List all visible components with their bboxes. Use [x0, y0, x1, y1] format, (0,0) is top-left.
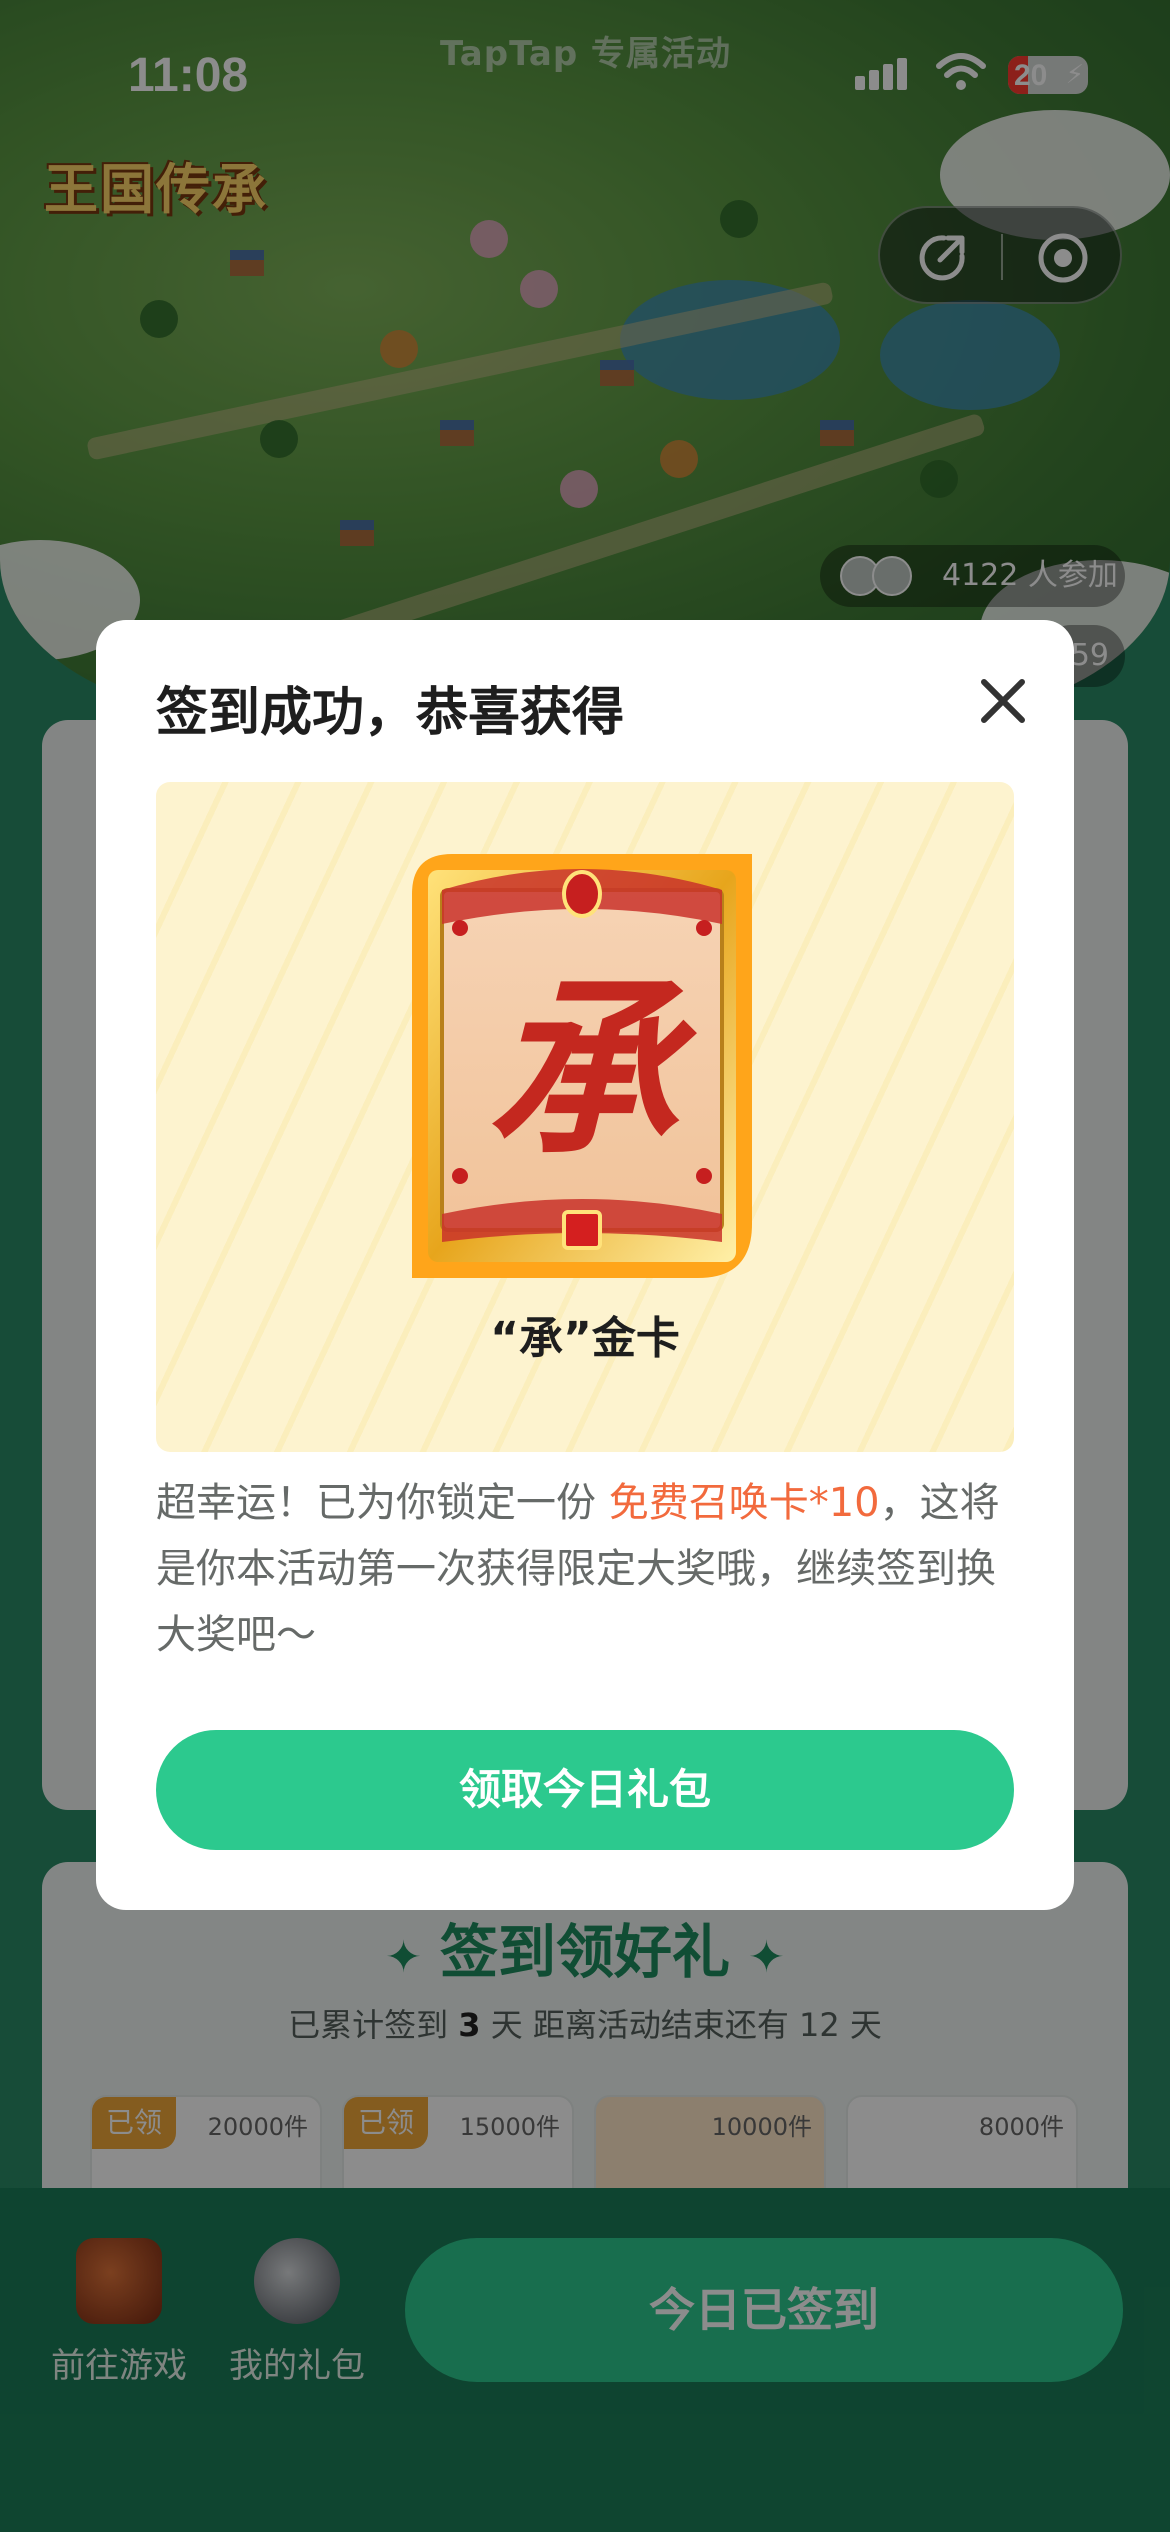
dialog-description: 超幸运！已为你锁定一份 免费召唤卡*10，这将是你本活动第一次获得限定大奖哦，继… — [156, 1470, 1014, 1668]
dialog-title: 签到成功，恭喜获得 — [156, 683, 625, 743]
reward-name: “承”金卡 — [490, 1313, 680, 1364]
card-glyph: 承 — [487, 960, 697, 1181]
claim-gift-button[interactable]: 领取今日礼包 — [156, 1730, 1014, 1850]
sign-success-dialog: 签到成功，恭喜获得 承 “承”金卡 超幸运！已为你锁定一份 免费召唤卡*10，这… — [96, 620, 1074, 1910]
reward-panel: 承 “承”金卡 — [156, 782, 1014, 1452]
desc-highlight: 免费召唤卡*10 — [608, 1480, 880, 1526]
gold-card-image: 承 — [412, 854, 752, 1278]
close-icon[interactable] — [974, 672, 1032, 730]
desc-before: 超幸运！已为你锁定一份 — [156, 1480, 609, 1526]
